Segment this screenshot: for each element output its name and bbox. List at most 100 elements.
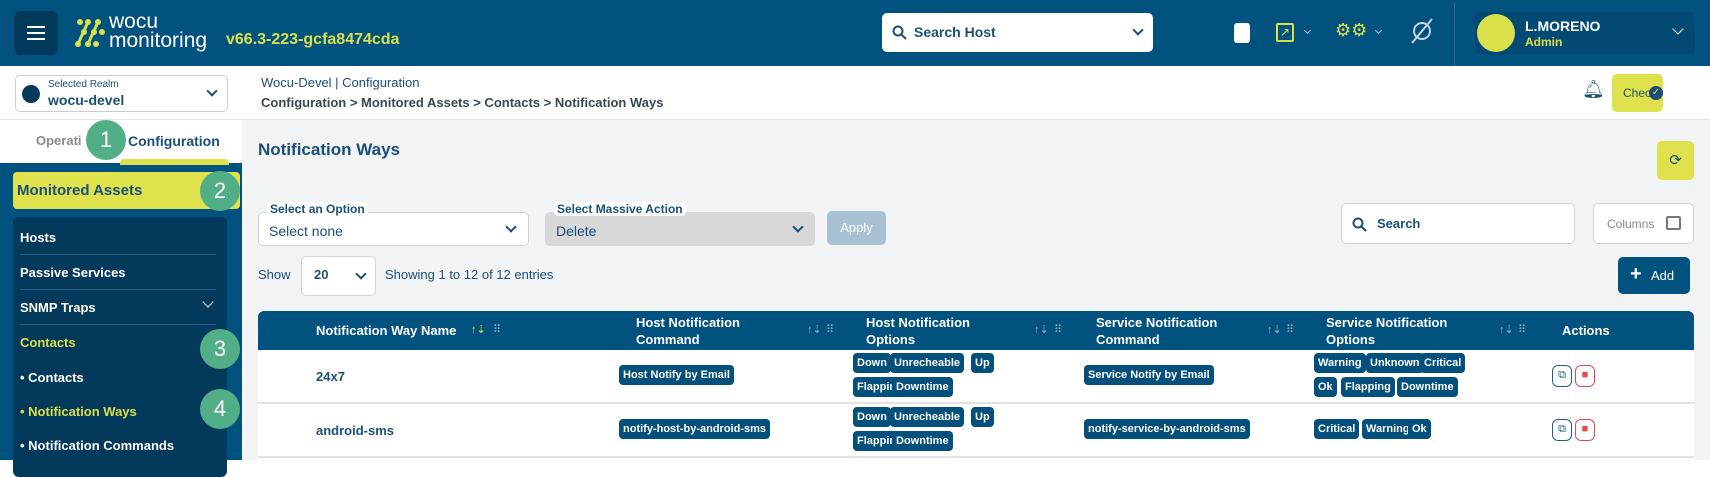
field-label: Select an Option bbox=[267, 202, 368, 216]
menu-icon[interactable] bbox=[14, 11, 58, 55]
trash-icon[interactable]: ■ bbox=[1575, 365, 1595, 387]
section-label: Monitored Assets bbox=[17, 182, 143, 199]
sort-icon[interactable]: ↑⇣ bbox=[1034, 323, 1049, 336]
service-option-badge: Warning bbox=[1314, 353, 1366, 373]
step-marker-1: 1 bbox=[86, 120, 126, 160]
column-header-actions: Actions bbox=[1562, 323, 1610, 338]
main-content: Notification Ways ⟳ Select an Option Sel… bbox=[242, 120, 1710, 461]
chevron-down-icon bbox=[1132, 24, 1144, 36]
sidebar-item-contacts[interactable]: Contacts bbox=[20, 335, 76, 350]
columns-label: Columns bbox=[1607, 217, 1655, 231]
column-header-service-command[interactable]: Service Notification Command bbox=[1096, 314, 1226, 348]
column-header-host-command[interactable]: Host Notification Command bbox=[636, 314, 756, 348]
chevron-down-icon bbox=[792, 221, 804, 233]
notification-way-name[interactable]: android-sms bbox=[316, 423, 394, 438]
step-marker-3: 3 bbox=[200, 329, 240, 369]
sync-off-icon[interactable] bbox=[1409, 17, 1435, 45]
user-menu[interactable]: L.MORENO Admin bbox=[1475, 12, 1695, 54]
columns-icon bbox=[1666, 216, 1681, 230]
apply-button[interactable]: Apply bbox=[827, 211, 886, 245]
check-button[interactable]: Check ✓ bbox=[1612, 74, 1663, 112]
drag-handle-icon[interactable]: ⠿ bbox=[493, 323, 501, 336]
host-option-badge: Up bbox=[971, 407, 994, 427]
sidebar: Operati Configuration Monitored Assets H… bbox=[0, 120, 242, 477]
column-header-name[interactable]: Notification Way Name bbox=[316, 322, 456, 339]
select-option-dropdown[interactable]: Select an Option Select none bbox=[258, 202, 529, 246]
copy-icon[interactable]: ⧉ bbox=[1552, 419, 1572, 441]
drag-handle-icon[interactable]: ⠿ bbox=[1286, 323, 1294, 336]
subitem-label: Notification Ways bbox=[28, 404, 137, 419]
trash-icon[interactable]: ■ bbox=[1575, 419, 1595, 441]
sort-icon[interactable]: ↑⇣ bbox=[1267, 323, 1282, 336]
version-label: v66.3-223-gcfa8474cda bbox=[226, 31, 400, 48]
refresh-button[interactable]: ⟳ bbox=[1657, 141, 1694, 180]
context-label: Wocu-Devel | Configuration bbox=[261, 75, 420, 90]
host-option-badge: Unrecheable bbox=[890, 353, 965, 373]
host-option-badge: Down bbox=[853, 353, 891, 373]
column-header-host-options[interactable]: Host Notification Options bbox=[866, 314, 976, 348]
sidebar-item-snmp-traps[interactable]: SNMP Traps bbox=[20, 300, 96, 315]
chevron-down-icon bbox=[505, 221, 517, 233]
host-option-badge: Downtime bbox=[892, 377, 953, 397]
drag-handle-icon[interactable]: ⠿ bbox=[1518, 323, 1526, 336]
book-icon[interactable] bbox=[1234, 23, 1250, 43]
bell-icon[interactable]: 🔔︎ bbox=[1582, 79, 1605, 100]
sort-icon[interactable]: ↑⇣ bbox=[1499, 323, 1514, 336]
sidebar-item-passive-services[interactable]: Passive Services bbox=[20, 265, 126, 280]
sidebar-subitem-notification-ways[interactable]: • Notification Ways bbox=[20, 404, 137, 419]
service-option-badge: Downtime bbox=[1397, 377, 1458, 397]
entries-info: Showing 1 to 12 of 12 entries bbox=[385, 267, 554, 282]
service-option-badge: Ok bbox=[1408, 419, 1431, 439]
host-command-badge: notify-host-by-android-sms bbox=[619, 419, 770, 439]
sidebar-subitem-notification-commands[interactable]: • Notification Commands bbox=[20, 438, 174, 453]
chevron-down-icon bbox=[1672, 23, 1684, 35]
chevron-down-icon bbox=[1374, 26, 1383, 35]
notification-way-name[interactable]: 24x7 bbox=[316, 369, 345, 384]
host-command-badge: Host Notify by Email bbox=[619, 365, 734, 385]
search-host-select[interactable]: Search Host bbox=[882, 13, 1153, 52]
massive-action-dropdown[interactable]: Select Massive Action Delete bbox=[545, 202, 815, 246]
page-size-value: 20 bbox=[314, 267, 329, 282]
service-option-badge: Flapping bbox=[1341, 377, 1395, 397]
user-role: Admin bbox=[1525, 35, 1563, 49]
chevron-down-icon[interactable] bbox=[202, 296, 214, 308]
tab-configuration[interactable]: Configuration bbox=[128, 133, 220, 149]
copy-icon[interactable]: ⧉ bbox=[1552, 365, 1572, 387]
drag-handle-icon[interactable]: ⠿ bbox=[826, 323, 834, 336]
chevron-down-icon bbox=[1303, 26, 1312, 35]
service-option-badge: Unknown bbox=[1366, 353, 1424, 373]
sort-icon[interactable]: ↑⇣ bbox=[807, 323, 822, 336]
add-button[interactable]: + Add bbox=[1618, 257, 1690, 294]
drag-handle-icon[interactable]: ⠿ bbox=[1054, 323, 1062, 336]
search-placeholder: Search bbox=[1377, 216, 1421, 231]
table-header: Notification Way Name ↑⇣ ⠿ Host Notifica… bbox=[258, 311, 1694, 350]
sort-icon[interactable]: ↑⇣ bbox=[471, 323, 486, 336]
host-option-badge: Up bbox=[971, 353, 994, 373]
tab-operation[interactable]: Operati bbox=[36, 133, 82, 148]
realm-value: wocu-devel bbox=[48, 92, 125, 108]
notification-ways-table: Notification Way Name ↑⇣ ⠿ Host Notifica… bbox=[258, 311, 1694, 461]
columns-button[interactable]: Columns bbox=[1593, 203, 1694, 244]
realm-select[interactable]: Selected Realm wocu-devel bbox=[15, 75, 228, 112]
service-option-badge: Ok bbox=[1314, 377, 1337, 397]
external-link-icon[interactable]: ↗ bbox=[1276, 23, 1294, 42]
search-input[interactable]: Search bbox=[1341, 203, 1575, 244]
column-header-service-options[interactable]: Service Notification Options bbox=[1326, 314, 1456, 348]
field-value: Select none bbox=[269, 223, 343, 239]
search-icon bbox=[1352, 217, 1367, 232]
service-option-badge: Warning bbox=[1362, 419, 1414, 439]
service-option-badge: Critical bbox=[1314, 419, 1360, 439]
logo-text: monitoring bbox=[109, 29, 208, 52]
step-marker-2: 2 bbox=[200, 171, 240, 211]
divider bbox=[20, 324, 216, 325]
page-size-select[interactable]: 20 bbox=[301, 256, 376, 296]
gears-icon[interactable]: ⚙⚙ bbox=[1335, 20, 1367, 41]
search-icon bbox=[892, 25, 907, 40]
add-label: Add bbox=[1651, 268, 1675, 283]
sidebar-subitem-contacts[interactable]: • Contacts bbox=[20, 370, 84, 385]
step-marker-4: 4 bbox=[200, 389, 240, 429]
logo-icon bbox=[75, 19, 105, 47]
field-value: Delete bbox=[556, 223, 597, 239]
table-row: 24x7 Host Notify by Email Service Notify b… bbox=[258, 350, 1694, 404]
sidebar-item-hosts[interactable]: Hosts bbox=[20, 230, 56, 245]
